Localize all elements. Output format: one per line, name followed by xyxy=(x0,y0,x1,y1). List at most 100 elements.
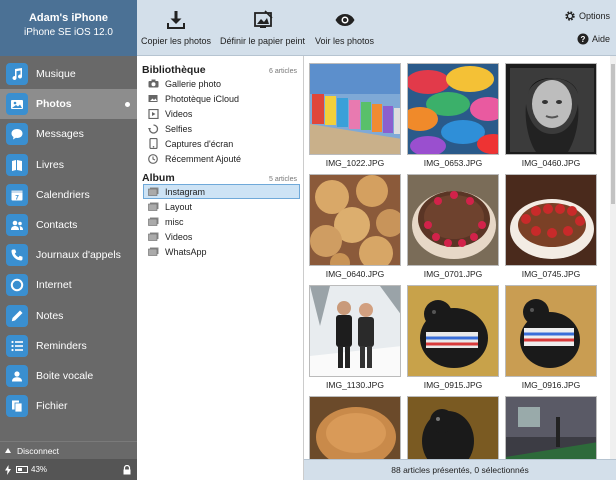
photo-filename: IMG_1130.JPG xyxy=(326,380,384,390)
library-item-gallerie[interactable]: Gallerie photo xyxy=(137,76,303,91)
photo-tile[interactable] xyxy=(505,396,597,459)
voicemail-icon xyxy=(6,364,28,387)
library-item-label: Récemment Ajouté xyxy=(165,153,242,164)
photo-thumbnail[interactable] xyxy=(309,174,401,266)
sidebar-item-contacts[interactable]: Contacts xyxy=(0,210,137,240)
options-label: Options xyxy=(578,11,610,21)
sidebar-item-label: Internet xyxy=(36,279,72,292)
photos-icon xyxy=(6,93,28,116)
sidebar-item-messages[interactable]: Messages xyxy=(0,119,137,149)
copy-photos-label: Copier les photos xyxy=(141,36,212,46)
sidebar: Adam's iPhone iPhone SE iOS 12.0 Musique… xyxy=(0,0,137,480)
photo-thumbnail[interactable] xyxy=(309,63,401,155)
photo-filename: IMG_0653.JPG xyxy=(423,158,483,168)
set-wallpaper-label: Définir le papier peint xyxy=(220,36,306,46)
sidebar-item-label: Fichier xyxy=(36,400,68,413)
scrollbar-thumb[interactable] xyxy=(611,64,615,204)
camera-icon xyxy=(147,78,159,89)
photo-thumbnail[interactable] xyxy=(407,63,499,155)
photo-tile[interactable]: IMG_0701.JPG xyxy=(407,174,499,279)
photo-tile[interactable]: IMG_0460.JPG xyxy=(505,63,597,168)
screenshot-icon xyxy=(147,138,159,149)
photo-tile[interactable]: IMG_0915.JPG xyxy=(407,285,499,390)
library-item-label: Gallerie photo xyxy=(165,78,222,89)
set-wallpaper-button[interactable]: Définir le papier peint xyxy=(220,8,305,46)
sidebar-item-photos[interactable]: Photos xyxy=(0,89,137,120)
album-header: Album 5 articles xyxy=(137,172,303,184)
album-item-whatsapp[interactable]: WhatsApp xyxy=(137,244,303,259)
sidebar-item-reminders[interactable]: Reminders xyxy=(0,331,137,361)
library-count: 6 articles xyxy=(268,68,297,75)
photo-tile[interactable] xyxy=(407,396,499,459)
photo-tile[interactable]: IMG_0916.JPG xyxy=(505,285,597,390)
photo-tile[interactable]: IMG_0653.JPG xyxy=(407,63,499,168)
grid-scrollbar[interactable] xyxy=(610,56,616,459)
photo-thumbnail[interactable] xyxy=(505,174,597,266)
photo-thumbnail[interactable] xyxy=(407,174,499,266)
library-title: Bibliothèque xyxy=(142,64,206,76)
view-photos-label: Voir les photos xyxy=(315,36,375,46)
speech-bubble-icon xyxy=(6,123,28,146)
sidebar-item-label: Musique xyxy=(36,68,76,81)
video-icon xyxy=(147,108,159,119)
photo-thumbnail[interactable] xyxy=(505,285,597,377)
library-item-selfies[interactable]: Selfies xyxy=(137,121,303,136)
lock-icon xyxy=(123,465,131,475)
sidebar-item-livres[interactable]: Livres xyxy=(0,150,137,180)
download-icon xyxy=(167,11,186,29)
photo-thumbnail[interactable] xyxy=(309,285,401,377)
help-icon: ? xyxy=(577,33,589,45)
copy-photos-button[interactable]: Copier les photos xyxy=(141,8,211,46)
wallpaper-icon xyxy=(253,10,273,28)
photo-tile[interactable] xyxy=(309,396,401,459)
sidebar-item-musique[interactable]: Musique xyxy=(0,59,137,89)
library-header: Bibliothèque 6 articles xyxy=(137,64,303,76)
gear-icon xyxy=(565,11,575,21)
sidebar-item-internet[interactable]: Internet xyxy=(0,270,137,300)
device-model: iPhone SE iOS 12.0 xyxy=(24,27,113,38)
photo-thumbnail[interactable] xyxy=(505,396,597,459)
svg-text:?: ? xyxy=(581,35,586,44)
sidebar-item-label: Boite vocale xyxy=(36,369,94,382)
photo-thumbnail[interactable] xyxy=(407,285,499,377)
library-item-videos[interactable]: Videos xyxy=(137,106,303,121)
disconnect-button[interactable]: Disconnect xyxy=(0,441,137,459)
photo-tile[interactable]: IMG_1130.JPG xyxy=(309,285,401,390)
list-icon xyxy=(6,334,28,357)
photo-grid: IMG_1022.JPG IMG_0653.JPG IMG_0460.JPG I… xyxy=(304,56,616,459)
photo-thumbnail[interactable] xyxy=(505,63,597,155)
album-item-layout[interactable]: Layout xyxy=(137,199,303,214)
library-item-recent[interactable]: Récemment Ajouté xyxy=(137,151,303,166)
photo-thumbnail[interactable] xyxy=(407,396,499,459)
album-item-misc[interactable]: misc xyxy=(137,214,303,229)
view-photos-button[interactable]: Voir les photos xyxy=(315,8,374,46)
music-note-icon xyxy=(6,63,28,86)
album-item-instagram[interactable]: Instagram xyxy=(143,184,300,199)
library-pane: Bibliothèque 6 articles Gallerie photo P… xyxy=(137,56,304,480)
album-icon xyxy=(147,201,159,212)
sidebar-item-label: Messages xyxy=(36,128,84,141)
options-button[interactable]: Options xyxy=(564,10,610,22)
sidebar-item-fichier[interactable]: Fichier xyxy=(0,391,137,421)
photo-thumbnail[interactable] xyxy=(309,396,401,459)
sidebar-item-boite-vocale[interactable]: Boite vocale xyxy=(0,361,137,391)
library-item-icloud[interactable]: Phototèque iCloud xyxy=(137,91,303,106)
battery-icon xyxy=(16,466,28,473)
album-item-videos[interactable]: Videos xyxy=(137,229,303,244)
library-item-captures[interactable]: Captures d'écran xyxy=(137,136,303,151)
help-button[interactable]: ? Aide xyxy=(577,33,610,45)
sidebar-nav: Musique Photos Messages Livres 7 Calendr… xyxy=(0,56,137,421)
device-status-bar: 43% xyxy=(0,459,137,480)
sidebar-item-calendriers[interactable]: 7 Calendriers xyxy=(0,180,137,210)
sidebar-item-notes[interactable]: Notes xyxy=(0,301,137,331)
sidebar-item-label: Journaux d'appels xyxy=(36,249,121,262)
album-item-label: misc xyxy=(165,216,184,227)
photo-tile[interactable]: IMG_0640.JPG xyxy=(309,174,401,279)
sidebar-item-journaux[interactable]: Journaux d'appels xyxy=(0,240,137,270)
photo-tile[interactable]: IMG_0745.JPG xyxy=(505,174,597,279)
sidebar-item-label: Calendriers xyxy=(36,188,90,201)
sidebar-item-label: Notes xyxy=(36,309,64,322)
sidebar-item-label: Photos xyxy=(36,98,72,111)
file-icon xyxy=(6,395,28,418)
photo-tile[interactable]: IMG_1022.JPG xyxy=(309,63,401,168)
